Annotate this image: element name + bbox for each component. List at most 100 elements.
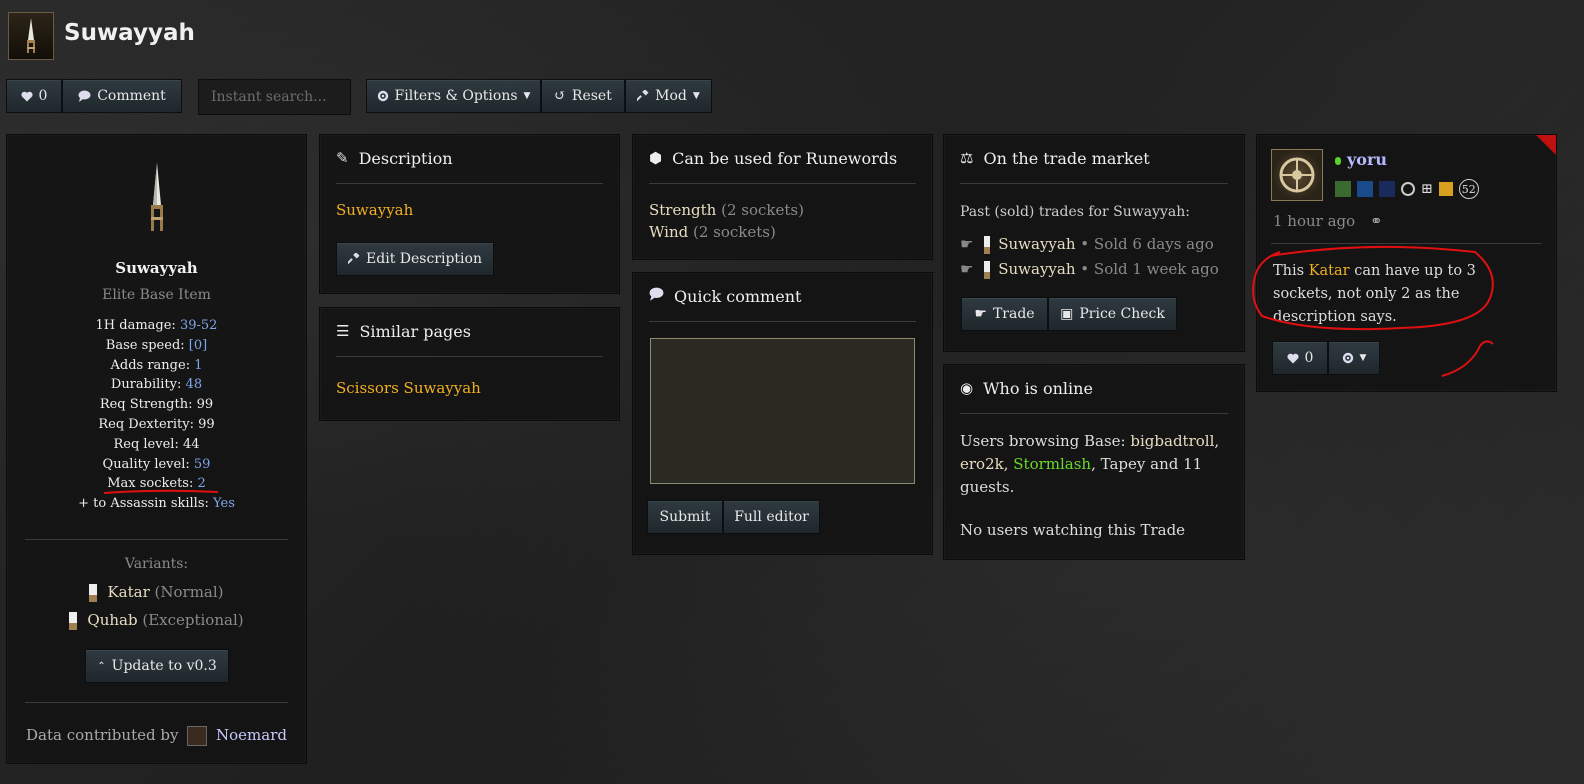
contributor-avatar	[187, 726, 208, 746]
options-button-group: Filters & Options ▼ ↺ Reset Mod ▼	[366, 79, 712, 113]
quick-comment-actions: Submit Full editor	[647, 500, 820, 534]
edit-description-label: Edit Description	[366, 251, 482, 267]
money-icon: ▣	[1060, 306, 1074, 322]
undo-icon: ↺	[554, 88, 566, 104]
red-underline-annotation	[103, 489, 219, 494]
runewords-panel: ⬢ Can be used for Runewords Strength (2 …	[632, 134, 933, 260]
variant-row[interactable]: Katar (Normal)	[7, 583, 306, 602]
comment-label: Comment	[97, 88, 166, 104]
price-check-button[interactable]: ▣ Price Check	[1048, 297, 1177, 331]
mod-label: Mod	[655, 88, 687, 104]
description-text: Suwayyah	[336, 201, 414, 219]
badge-count: 52	[1458, 179, 1479, 199]
user-link[interactable]: ero2k,	[960, 455, 1008, 473]
caret-down-icon: ▼	[523, 91, 531, 101]
like-count: 0	[38, 88, 48, 104]
trade-actions: ☛ Trade ▣ Price Check	[961, 297, 1177, 331]
trade-button[interactable]: ☛ Trade	[961, 297, 1048, 331]
description-panel: ✎ Description Suwayyah Edit Description	[319, 134, 620, 294]
runeword-row[interactable]: Strength (2 sockets)	[649, 201, 804, 219]
contributed-by: Data contributed by Noemard	[7, 726, 306, 746]
comment-button[interactable]: Comment	[62, 79, 182, 113]
heart-icon	[20, 91, 33, 101]
corner-marker	[1536, 135, 1556, 155]
social-button-group: 0 Comment	[6, 79, 182, 113]
hammer-icon	[348, 253, 360, 265]
quick-comment-title: Quick comment	[674, 287, 802, 306]
gold-icon	[1438, 182, 1453, 196]
update-version-button[interactable]: ⌃ Update to v0.3	[85, 649, 229, 683]
hammer-icon	[637, 90, 649, 102]
price-check-label: Price Check	[1079, 306, 1165, 322]
variants-label: Variants:	[124, 556, 189, 572]
item-type: Elite Base Item	[102, 287, 211, 303]
red-circle-annotation	[1252, 245, 1494, 377]
feather-icon: ✎	[336, 149, 349, 167]
stat-row: Req Strength: 99	[99, 397, 214, 413]
badge-icon	[1335, 181, 1351, 197]
caret-down-icon: ▼	[692, 91, 700, 101]
item-panel: Suwayyah Elite Base Item 1H damage: 39-5…	[6, 134, 307, 764]
quick-comment-header: Quick comment	[649, 287, 916, 322]
similar-pages-panel: ☰ Similar pages Scissors Suwayyah	[319, 307, 620, 421]
cube-icon: ⬢	[649, 149, 663, 167]
online-users: Users browsing Base: bigbadtroll, ero2k,…	[960, 430, 1235, 499]
contributor-link[interactable]: Noemard	[216, 726, 287, 744]
trade-panel: ⚖ On the trade market Past (sold) trades…	[943, 134, 1245, 352]
filters-label: Filters & Options	[394, 88, 518, 104]
link-icon[interactable]: ⚭	[1370, 212, 1383, 230]
user-link[interactable]: bigbadtroll,	[1130, 432, 1219, 450]
trade-row[interactable]: ☛ Suwayyah • Sold 6 days ago	[960, 235, 1214, 254]
item-thumbnail	[8, 12, 54, 60]
reset-label: Reset	[571, 88, 612, 104]
avatar[interactable]	[1271, 149, 1323, 201]
globe-icon	[1401, 182, 1415, 196]
comment-time: 1 hour ago ⚭	[1273, 212, 1383, 230]
katar-icon	[151, 163, 163, 231]
handshake-icon: ☛	[960, 235, 974, 253]
watching-text: No users watching this Trade	[960, 521, 1186, 539]
edit-description-button[interactable]: Edit Description	[336, 242, 494, 276]
trade-header: ⚖ On the trade market	[960, 149, 1228, 184]
contributed-label: Data contributed by	[26, 726, 179, 744]
trade-row[interactable]: ☛ Suwayyah • Sold 1 week ago	[960, 260, 1219, 279]
search-input[interactable]	[198, 79, 351, 115]
runewords-title: Can be used for Runewords	[672, 149, 898, 168]
stat-row: Adds range: 1	[110, 357, 203, 373]
speech-bubble-icon	[78, 90, 91, 102]
quick-comment-textarea[interactable]	[650, 338, 915, 484]
description-title: Description	[358, 149, 453, 168]
badge-icon	[1357, 181, 1373, 197]
online-panel: ◉ Who is online Users browsing Base: big…	[943, 364, 1245, 560]
stat-row: Req Dexterity: 99	[98, 416, 215, 432]
similar-pages-header: ☰ Similar pages	[336, 322, 603, 357]
runeword-row[interactable]: Wind (2 sockets)	[649, 223, 776, 241]
filters-options-button[interactable]: Filters & Options ▼	[366, 79, 541, 113]
mod-button[interactable]: Mod ▼	[625, 79, 712, 113]
user-link[interactable]: Stormlash	[1013, 455, 1091, 473]
katar-icon	[984, 261, 991, 279]
windows-icon: ⊞	[1421, 181, 1433, 197]
stat-row: 1H damage: 39-52	[95, 318, 218, 333]
submit-button[interactable]: Submit	[647, 500, 723, 534]
badge-icon	[1379, 181, 1395, 197]
similar-title: Similar pages	[359, 322, 471, 341]
quhab-icon	[69, 612, 78, 630]
wheel-icon	[1279, 157, 1315, 193]
reset-button[interactable]: ↺ Reset	[541, 79, 625, 113]
online-title: Who is online	[983, 379, 1093, 398]
katar-icon	[27, 18, 35, 53]
speech-bubble-icon	[649, 287, 664, 301]
online-header: ◉ Who is online	[960, 379, 1228, 414]
item-stats: 1H damage: 39-52 Base speed: [0] Adds ra…	[7, 316, 306, 514]
similar-link[interactable]: Scissors Suwayyah	[336, 379, 481, 397]
like-button[interactable]: 0	[6, 79, 62, 113]
katar-icon	[984, 236, 991, 254]
comment-author[interactable]: yoru	[1335, 150, 1387, 169]
runewords-header: ⬢ Can be used for Runewords	[649, 149, 916, 184]
description-header: ✎ Description	[336, 149, 603, 184]
full-editor-button[interactable]: Full editor	[723, 500, 820, 534]
stat-row: Durability: 48	[110, 377, 203, 393]
double-chevron-up-icon: ⌃	[97, 660, 106, 672]
variant-row[interactable]: Quhab (Exceptional)	[7, 611, 306, 630]
